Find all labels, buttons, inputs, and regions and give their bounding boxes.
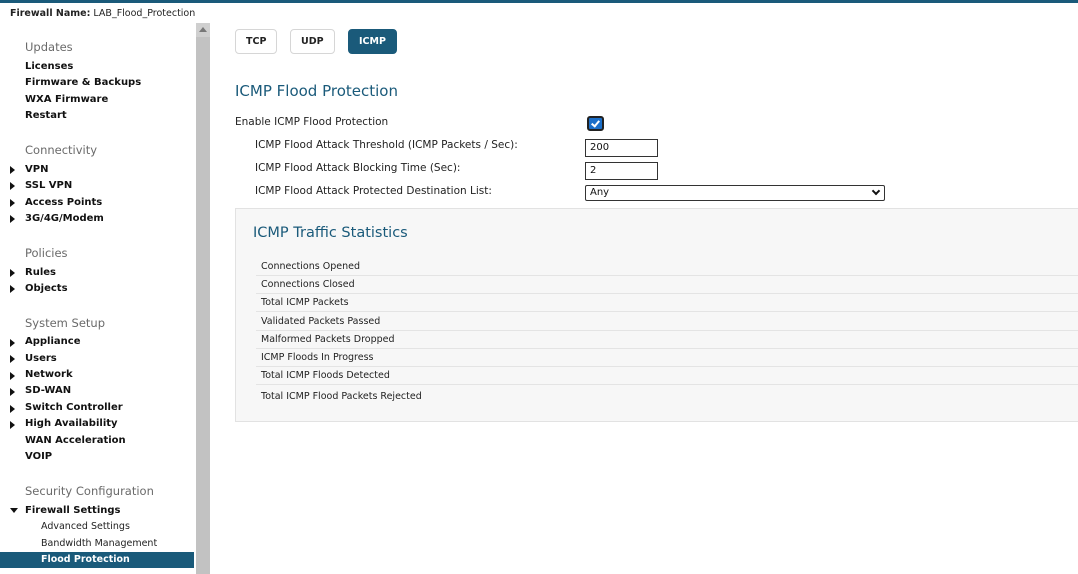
sidebar-section-security-configuration: Security Configuration: [25, 484, 154, 498]
expand-arrow-icon[interactable]: [10, 285, 15, 293]
sidebar-item-objects[interactable]: Objects: [25, 282, 68, 296]
sidebar-subitem-advanced-settings[interactable]: Advanced Settings: [41, 520, 130, 534]
scrollbar-thumb[interactable]: [196, 37, 210, 574]
firewall-name: Firewall Name: LAB_Flood_Protection: [10, 8, 195, 19]
threshold-label: ICMP Flood Attack Threshold (ICMP Packet…: [255, 139, 518, 151]
stat-row: Total ICMP Floods Detected: [256, 367, 1078, 385]
expand-arrow-icon[interactable]: [10, 215, 15, 223]
sidebar-item-voip[interactable]: VOIP: [25, 450, 52, 464]
expand-arrow-icon[interactable]: [10, 372, 15, 380]
enable-label: Enable ICMP Flood Protection: [235, 116, 389, 128]
collapse-arrow-icon[interactable]: [10, 508, 18, 513]
sidebar-section-system-setup: System Setup: [25, 316, 106, 330]
stat-row: Connections Opened: [256, 258, 1078, 276]
expand-arrow-icon[interactable]: [10, 269, 15, 277]
stats-title: ICMP Traffic Statistics: [253, 225, 408, 241]
sidebar-item-users[interactable]: Users: [25, 352, 57, 366]
expand-arrow-icon[interactable]: [10, 339, 15, 347]
stat-row: Validated Packets Passed: [256, 313, 1078, 331]
expand-arrow-icon[interactable]: [10, 355, 15, 363]
expand-arrow-icon[interactable]: [10, 405, 15, 413]
firewall-name-label: Firewall Name:: [10, 8, 91, 19]
sidebar-item-appliance[interactable]: Appliance: [25, 335, 81, 349]
checkmark-icon: [591, 118, 600, 128]
destination-list-label: ICMP Flood Attack Protected Destination …: [255, 185, 492, 197]
expand-arrow-icon[interactable]: [10, 182, 15, 190]
tab-icmp[interactable]: ICMP: [348, 29, 397, 54]
chevron-down-icon: [871, 186, 881, 196]
stat-row: Total ICMP Packets: [256, 294, 1078, 312]
destination-list-value: Any: [590, 187, 610, 198]
sidebar-item-restart[interactable]: Restart: [25, 109, 67, 123]
scroll-up-arrow-icon[interactable]: [199, 27, 207, 32]
blocking-time-label: ICMP Flood Attack Blocking Time (Sec):: [255, 162, 461, 174]
stat-row: ICMP Floods In Progress: [256, 349, 1078, 367]
sidebar-section-updates: Updates: [25, 40, 73, 54]
expand-arrow-icon[interactable]: [10, 421, 15, 429]
sidebar-scrollbar[interactable]: [196, 23, 210, 574]
tab-udp[interactable]: UDP: [290, 29, 335, 54]
sidebar-item-sd-wan[interactable]: SD-WAN: [25, 384, 71, 398]
sidebar-subitem-bandwidth-management[interactable]: Bandwidth Management: [41, 537, 157, 551]
sidebar-item-3g-4g-modem[interactable]: 3G/4G/Modem: [25, 212, 104, 226]
expand-arrow-icon[interactable]: [10, 166, 15, 174]
stats-panel: ICMP Traffic Statistics Connections Open…: [235, 208, 1078, 422]
sidebar: Updates Licenses Firmware & Backups WXA …: [0, 23, 210, 574]
sidebar-item-ssl-vpn[interactable]: SSL VPN: [25, 179, 72, 193]
sidebar-item-firmware-backups[interactable]: Firmware & Backups: [25, 76, 141, 90]
top-accent-line: [0, 0, 1078, 3]
sidebar-item-licenses[interactable]: Licenses: [25, 60, 73, 74]
stat-row: Malformed Packets Dropped: [256, 331, 1078, 349]
sidebar-item-network[interactable]: Network: [25, 368, 73, 382]
page-title: ICMP Flood Protection: [235, 82, 398, 100]
tab-tcp[interactable]: TCP: [235, 29, 278, 54]
sidebar-subitem-flood-protection[interactable]: Flood Protection: [0, 552, 194, 568]
sidebar-item-wxa-firmware[interactable]: WXA Firmware: [25, 93, 108, 107]
expand-arrow-icon[interactable]: [10, 199, 15, 207]
expand-arrow-icon[interactable]: [10, 388, 15, 396]
blocking-time-input[interactable]: 2: [585, 162, 658, 180]
destination-list-select[interactable]: Any: [585, 185, 885, 201]
sidebar-item-high-availability[interactable]: High Availability: [25, 417, 118, 431]
stat-row: Connections Closed: [256, 276, 1078, 294]
sidebar-item-rules[interactable]: Rules: [25, 266, 56, 280]
sidebar-item-wan-acceleration[interactable]: WAN Acceleration: [25, 434, 126, 448]
sidebar-item-firewall-settings[interactable]: Firewall Settings: [25, 504, 121, 518]
sidebar-item-switch-controller[interactable]: Switch Controller: [25, 401, 123, 415]
sidebar-item-access-points[interactable]: Access Points: [25, 196, 102, 210]
sidebar-section-connectivity: Connectivity: [25, 143, 98, 157]
threshold-input[interactable]: 200: [585, 139, 658, 157]
enable-checkbox[interactable]: [587, 116, 604, 131]
sidebar-item-vpn[interactable]: VPN: [25, 163, 48, 177]
stat-row: Total ICMP Flood Packets Rejected: [261, 391, 422, 402]
firewall-name-value: LAB_Flood_Protection: [93, 8, 196, 19]
sidebar-section-policies: Policies: [25, 246, 68, 260]
